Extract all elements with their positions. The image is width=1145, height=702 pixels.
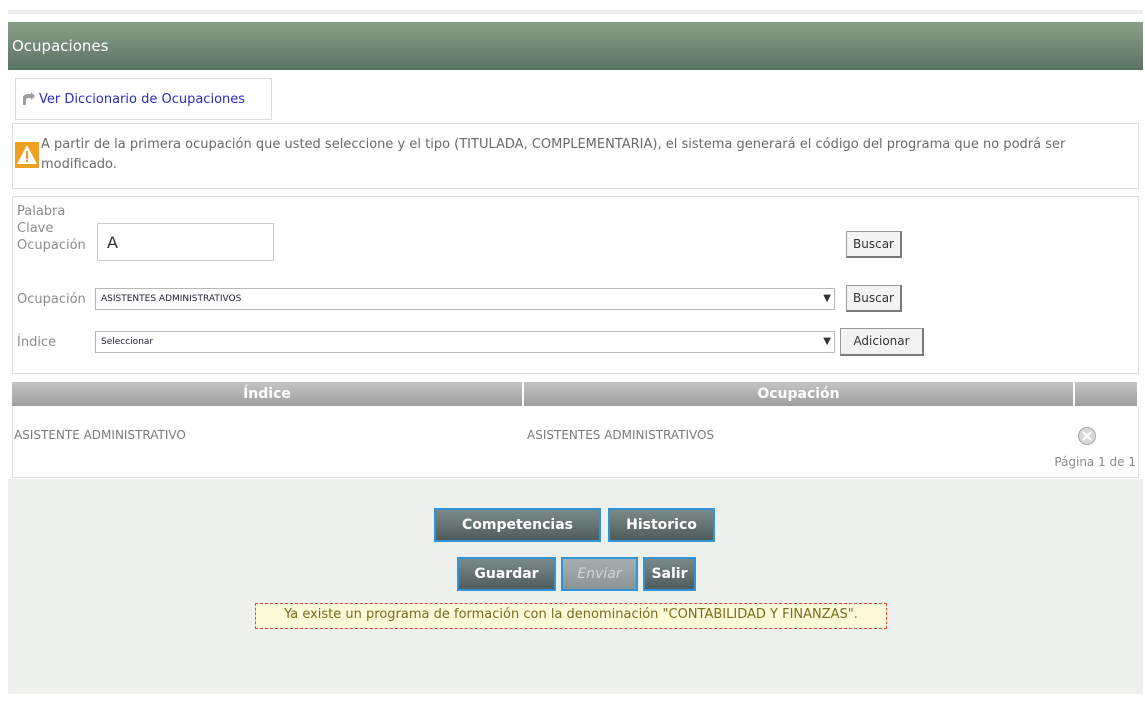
table-cell-ocupacion: ASISTENTES ADMINISTRATIVOS: [527, 428, 715, 442]
dictionary-link[interactable]: Ver Diccionario de Ocupaciones: [16, 79, 271, 119]
search-keyword-button[interactable]: Buscar: [846, 231, 902, 258]
keyword-input[interactable]: A: [97, 223, 274, 261]
actions-area: Competencias Historico Guardar Enviar Sa…: [8, 479, 1143, 694]
arrow-link-icon: [23, 92, 35, 105]
occupation-select[interactable]: ASISTENTES ADMINISTRATIVOS ▼: [95, 288, 835, 310]
guardar-button[interactable]: Guardar: [457, 557, 556, 591]
warning-icon: [15, 142, 39, 168]
status-message: Ya existe un programa de formación con l…: [255, 603, 887, 629]
enviar-button: Enviar: [561, 557, 638, 591]
occupation-label: Ocupación: [17, 292, 86, 307]
dictionary-link-label: Ver Diccionario de Ocupaciones: [39, 91, 246, 107]
chevron-down-icon: ▼: [823, 336, 831, 347]
keyword-label-3: Ocupación: [17, 238, 86, 253]
pagination: Página 1 de 1: [1054, 455, 1136, 469]
column-header-actions: [1075, 382, 1137, 406]
table-body: ASISTENTE ADMINISTRATIVO ASISTENTES ADMI…: [12, 407, 1139, 478]
search-form: Palabra Clave Ocupación A Buscar Ocupaci…: [12, 196, 1139, 374]
historico-button[interactable]: Historico: [608, 508, 715, 542]
top-strip: [8, 10, 1143, 14]
delete-icon[interactable]: [1077, 426, 1097, 446]
panel-title: Ocupaciones: [8, 22, 1143, 70]
competencias-button[interactable]: Competencias: [434, 508, 601, 542]
keyword-label-1: Palabra: [17, 204, 66, 219]
table-header: Índice Ocupación: [12, 382, 1137, 406]
table-cell-indice: ASISTENTE ADMINISTRATIVO: [14, 428, 186, 442]
index-select[interactable]: Seleccionar ▼: [95, 331, 835, 353]
salir-button[interactable]: Salir: [643, 557, 696, 591]
chevron-down-icon: ▼: [823, 293, 831, 304]
column-header-ocupacion: Ocupación: [524, 382, 1073, 406]
index-label: Índice: [17, 335, 57, 350]
occupation-selected-value: ASISTENTES ADMINISTRATIVOS: [101, 294, 242, 304]
keyword-label-2: Clave: [17, 221, 54, 236]
index-selected-value: Seleccionar: [101, 337, 154, 347]
ocupaciones-panel: Ocupaciones Ver Diccionario de Ocupacion…: [8, 22, 1143, 694]
notice-box: A partir de la primera ocupación que ust…: [12, 123, 1139, 189]
add-button[interactable]: Adicionar: [840, 328, 924, 356]
search-occupation-button[interactable]: Buscar: [846, 285, 902, 312]
notice-text: A partir de la primera ocupación que ust…: [41, 137, 1066, 172]
dictionary-box: Ver Diccionario de Ocupaciones: [15, 78, 272, 120]
column-header-indice: Índice: [12, 382, 522, 406]
